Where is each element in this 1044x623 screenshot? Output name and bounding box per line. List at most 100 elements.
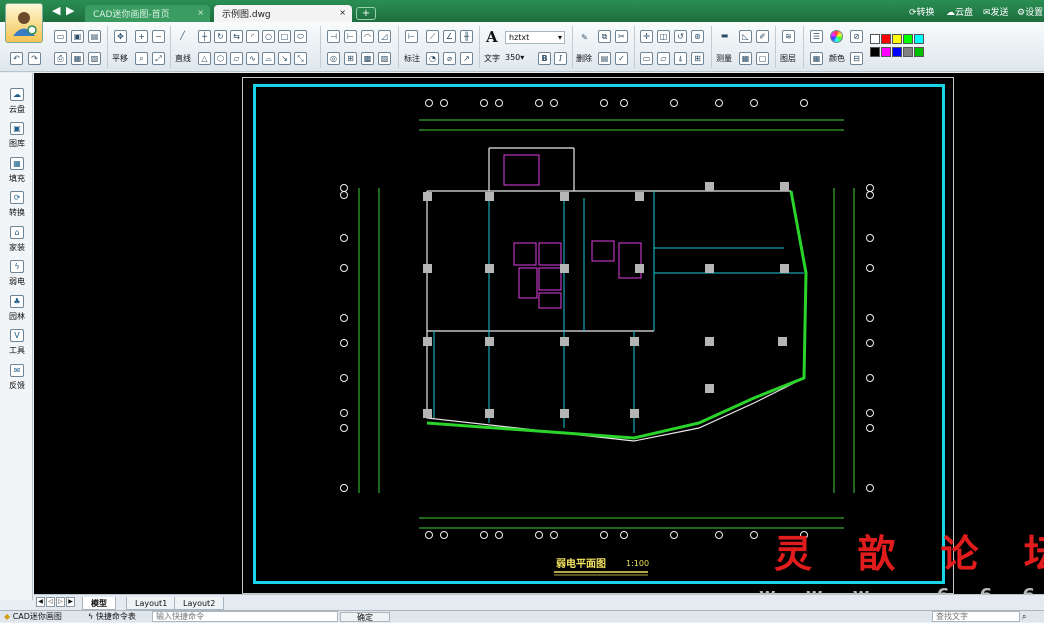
color-swatch[interactable] [903,34,913,44]
sidebar-item-hatch[interactable]: ▦ 填充 [4,157,30,184]
transparency-icon[interactable]: ⊟ [850,52,863,65]
print-icon[interactable]: ⎙ [54,52,67,65]
stretch-icon[interactable]: ▭ [640,52,653,65]
explode-icon[interactable]: ⊛ [691,30,704,43]
sidebar-item-garden[interactable]: ♣ 园林 [4,295,30,322]
layer-label[interactable]: 图层 [780,53,796,64]
zoom-window-icon[interactable]: ⌕ [135,52,148,65]
color-swatch[interactable] [892,47,902,57]
sidebar-item-low-voltage[interactable]: ϟ 弱电 [4,260,30,287]
screen-icon[interactable]: ▢ [756,52,769,65]
close-icon[interactable]: × [339,8,346,17]
dimension-label[interactable]: 标注 [404,53,420,64]
mirror-icon[interactable]: ⇆ [230,30,243,43]
zoom-extents-icon[interactable]: ⤢ [152,52,165,65]
spline-icon[interactable]: ∿ [246,52,259,65]
italic-button[interactable]: I [554,52,567,65]
circle-icon[interactable]: ○ [262,30,275,43]
color-swatch[interactable] [870,34,880,44]
sidebar-item-home-decor[interactable]: ⌂ 家装 [4,226,30,253]
ray-icon[interactable]: ↘ [278,52,291,65]
color-label[interactable]: 颜色 [829,53,845,64]
back-arrow-icon[interactable]: ◀ [52,4,60,17]
zoom-out-icon[interactable]: − [152,30,165,43]
tab-model[interactable]: 模型 [82,597,116,610]
sidebar-item-library[interactable]: ▣ 图库 [4,122,30,149]
export-pdf-icon[interactable]: ▦ [71,52,84,65]
color-swatch[interactable] [914,34,924,44]
open-file-icon[interactable]: ▭ [54,30,67,43]
polygon-icon[interactable]: ⬡ [214,52,227,65]
text-label[interactable]: 文字 [484,53,500,64]
tab-layout1[interactable]: Layout1 [126,597,177,610]
forward-arrow-icon[interactable]: ▶ [66,4,74,17]
angular-dim-icon[interactable]: ∠ [443,30,456,43]
last-tab-icon[interactable]: ▶ [66,597,75,607]
layer-icon[interactable]: ≋ [782,30,795,43]
drawing-canvas[interactable]: 弱电平面图 1:100 灵 歆 论 坛 w w w . 6 6 6 5 q . … [34,73,1044,594]
bold-button[interactable]: B [538,52,551,65]
cloud-button[interactable]: ☁云盘 [946,5,973,18]
extend-icon[interactable]: ⊢ [344,30,357,43]
radius-dim-icon[interactable]: ◔ [426,52,439,65]
triangle-icon[interactable]: △ [198,52,211,65]
rotate-object-icon[interactable]: ↺ [674,30,687,43]
confirm-button[interactable]: 确定 [340,612,390,622]
prev-tab-icon[interactable]: ◁ [46,597,55,607]
close-icon[interactable]: × [197,8,204,17]
color-swatch[interactable] [881,34,891,44]
rotate-icon[interactable]: ↻ [214,30,227,43]
tab-drawing-file[interactable]: 示例图.dwg × [214,5,352,22]
color-swatch[interactable] [892,34,902,44]
parallelogram-icon[interactable]: ▱ [230,52,243,65]
save-as-icon[interactable]: ▤ [88,30,101,43]
arc-icon[interactable]: ◜ [246,30,259,43]
polyline-icon[interactable]: ┼ [198,30,211,43]
block-icon[interactable]: ▩ [361,52,374,65]
search-text-input[interactable] [932,611,1020,622]
ruler-icon[interactable]: ▬ [718,30,731,43]
mirror-object-icon[interactable]: ⏥ [657,52,670,65]
array-icon[interactable]: ⊞ [344,52,357,65]
scale-icon[interactable]: ◫ [657,30,670,43]
rectangle-icon[interactable]: □ [278,30,291,43]
area-icon[interactable]: ◺ [739,30,752,43]
sidebar-item-convert[interactable]: ⟳ 转换 [4,191,30,218]
lineweight-icon[interactable]: ⊘ [850,30,863,43]
tab-layout2[interactable]: Layout2 [174,597,225,610]
shortcut-list-button[interactable]: ϟ 快捷命令表 [88,612,136,622]
tab-home[interactable]: CAD迷你画图-首页 × [85,5,210,22]
app-logo[interactable] [5,3,43,43]
undo-icon[interactable]: ↶ [10,52,23,65]
grid-icon[interactable]: ▦ [739,52,752,65]
command-input[interactable] [152,611,338,622]
font-size-select[interactable]: 350▾ [505,51,535,64]
insert-image-icon[interactable]: ▨ [378,52,391,65]
xline-icon[interactable]: ⤡ [294,52,307,65]
layer-list-icon[interactable]: ☰ [810,30,823,43]
sidebar-item-feedback[interactable]: ✉ 反馈 [4,364,30,391]
color-swatch[interactable] [903,47,913,57]
first-tab-icon[interactable]: ◀ [36,597,45,607]
pan-icon[interactable]: ✥ [114,30,127,43]
cut-icon[interactable]: ✂ [615,30,628,43]
next-tab-icon[interactable]: ▷ [56,597,65,607]
measure-label[interactable]: 测量 [716,53,732,64]
linetype-icon[interactable]: ▦ [810,52,823,65]
text-a-icon[interactable]: A [486,28,498,46]
font-select[interactable]: hztxt ▾ [505,31,565,44]
ellipse-icon[interactable]: ⬭ [294,30,307,43]
export-image-icon[interactable]: ▧ [88,52,101,65]
color-swatch[interactable] [870,47,880,57]
color-wheel-icon[interactable] [830,30,843,43]
sidebar-item-cloud[interactable]: ☁ 云盘 [4,88,30,115]
redo-icon[interactable]: ↷ [28,52,41,65]
color-swatch[interactable] [914,47,924,57]
leader-icon[interactable]: ↗ [460,52,473,65]
convert-button[interactable]: ⟳转换 [909,5,935,18]
line-label[interactable]: 直线 [175,53,191,64]
zoom-in-icon[interactable]: + [135,30,148,43]
pen-icon[interactable]: ✐ [756,30,769,43]
move-icon[interactable]: ✛ [640,30,653,43]
pan-label[interactable]: 平移 [112,53,128,64]
